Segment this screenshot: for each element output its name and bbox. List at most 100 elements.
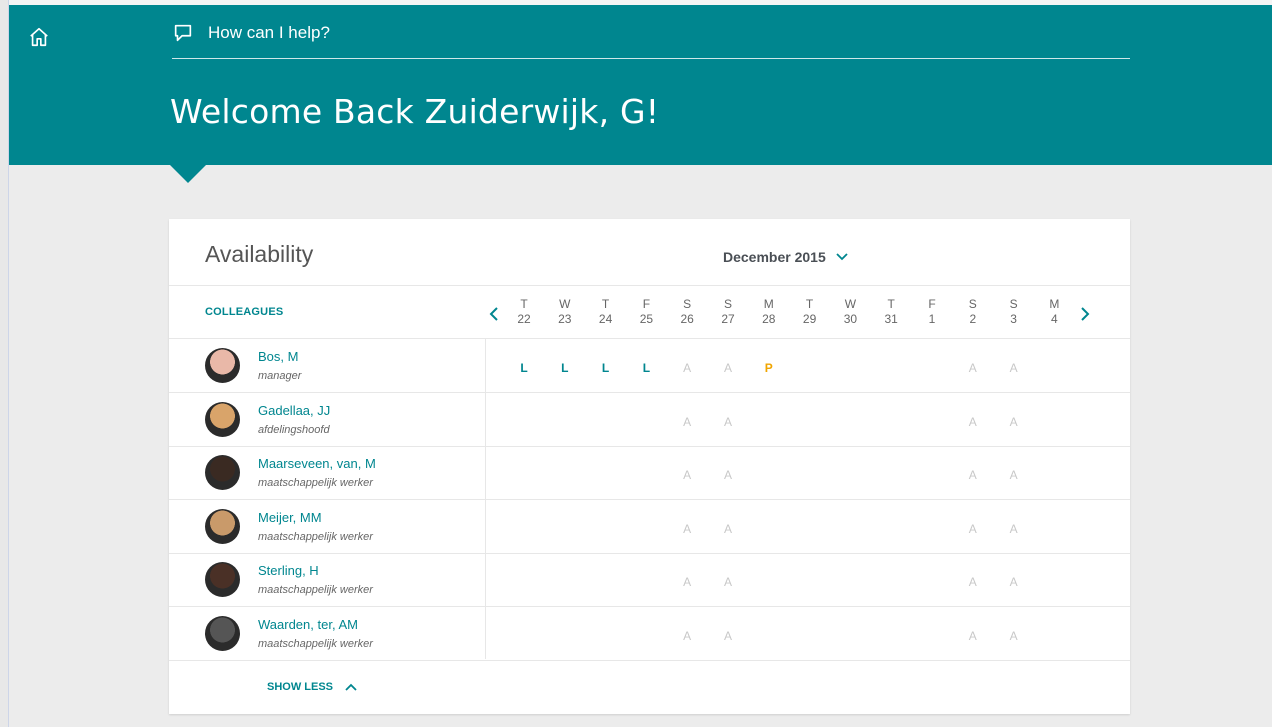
colleague-role: maatschappelijk werker xyxy=(258,584,373,596)
availability-cell[interactable]: A xyxy=(958,415,988,429)
weekday-label: S xyxy=(683,297,692,311)
left-rail xyxy=(0,0,9,727)
home-icon[interactable] xyxy=(28,26,50,48)
availability-cell[interactable]: A xyxy=(672,629,702,643)
avatar[interactable] xyxy=(205,401,240,437)
colleague-name[interactable]: Maarseveen, van, M xyxy=(258,456,376,471)
availability-cell[interactable]: A xyxy=(999,522,1029,536)
colleague-row: Bos, Mmanager L L L L A A P A A xyxy=(169,339,1130,393)
availability-cell[interactable]: A xyxy=(672,361,702,375)
date-label: 28 xyxy=(762,312,776,326)
availability-cell[interactable]: A xyxy=(999,575,1029,589)
month-label: December 2015 xyxy=(723,249,826,265)
availability-cell[interactable]: A xyxy=(672,468,702,482)
colleague-row: Waarden, ter, AM maatschappelijk werker A A… xyxy=(169,607,1130,661)
weekday-label: S xyxy=(723,297,732,311)
day-column-header: W 30 xyxy=(835,297,865,327)
availability-cell[interactable]: L xyxy=(591,361,621,375)
availability-cell[interactable]: A xyxy=(999,415,1029,429)
availability-cell[interactable]: A xyxy=(672,522,702,536)
day-column-header: S 26 xyxy=(672,297,702,327)
colleague-row: Meijer, MM maatschappelijk werker A A A A xyxy=(169,500,1130,554)
day-column-header: M 28 xyxy=(754,297,784,327)
avatar[interactable] xyxy=(205,508,240,544)
help-placeholder: How can I help? xyxy=(208,23,330,42)
date-label: 22 xyxy=(517,312,531,326)
row-divider xyxy=(169,659,1130,661)
date-label: 30 xyxy=(843,312,858,326)
avatar[interactable] xyxy=(205,455,240,490)
availability-cell[interactable]: A xyxy=(999,629,1029,643)
weekday-label: S xyxy=(968,297,977,311)
date-label: 4 xyxy=(1051,312,1058,326)
chat-bubble-icon xyxy=(174,24,192,42)
colleague-role: manager xyxy=(258,370,302,382)
weekday-label: M xyxy=(1049,297,1060,311)
weekday-label: W xyxy=(559,297,571,311)
availability-cell[interactable]: A xyxy=(672,575,702,589)
colleague-name[interactable]: Gadellaa, JJ xyxy=(258,403,330,418)
weekday-label: S xyxy=(1009,297,1018,311)
card-title: Availability xyxy=(205,241,314,267)
availability-cell[interactable]: A xyxy=(999,361,1029,375)
weekday-label: F xyxy=(928,297,936,311)
date-label: 1 xyxy=(928,312,936,326)
weekday-label: T xyxy=(805,297,814,311)
day-column-header: T 22 xyxy=(509,297,539,327)
availability-cell[interactable]: A xyxy=(958,522,988,536)
show-less-button[interactable]: SHOW LESS xyxy=(267,681,357,693)
day-column-header: T 24 xyxy=(591,297,621,327)
colleague-role: maatschappelijk werker xyxy=(258,530,373,543)
availability-cell[interactable]: L xyxy=(631,361,661,375)
help-search[interactable]: How can I help? xyxy=(172,22,1130,59)
day-column-header: F1 xyxy=(917,297,947,327)
date-label: 3 xyxy=(1010,312,1017,326)
availability-cell[interactable]: L xyxy=(509,361,539,375)
availability-card: Availability December 2015 COLLEAGUES T2… xyxy=(169,219,1130,714)
colleague-name[interactable]: Bos, M xyxy=(258,349,298,364)
availability-cell[interactable]: A xyxy=(958,468,988,482)
chevron-up-icon xyxy=(345,683,357,691)
weekday-label: F xyxy=(642,297,651,311)
weekday-label: T xyxy=(887,297,895,311)
avatar[interactable] xyxy=(205,615,240,651)
month-selector[interactable]: December 2015 xyxy=(723,249,848,265)
availability-cell[interactable]: A xyxy=(958,575,988,589)
availability-cell[interactable]: A xyxy=(713,629,743,643)
day-column-header: T 29 xyxy=(795,297,825,327)
availability-cell[interactable]: L xyxy=(550,361,580,375)
availability-cell[interactable]: P xyxy=(754,361,784,375)
avatar[interactable] xyxy=(205,348,240,383)
chevron-right-icon[interactable] xyxy=(1080,307,1090,321)
colleague-name[interactable]: Meijer, MM xyxy=(258,510,322,525)
availability-cell[interactable]: A xyxy=(958,629,988,643)
availability-cell[interactable]: A xyxy=(999,468,1029,482)
colleagues-header: COLLEAGUES xyxy=(205,306,284,318)
date-label: 23 xyxy=(558,312,572,326)
chevron-down-icon xyxy=(836,253,848,261)
date-label: 31 xyxy=(884,312,898,326)
avatar[interactable] xyxy=(205,562,240,597)
chevron-left-icon[interactable] xyxy=(489,307,499,321)
availability-cell[interactable]: A xyxy=(713,468,743,482)
day-column-header: T 31 xyxy=(876,297,906,327)
colleague-role: maatschappelijk werker xyxy=(258,477,373,489)
colleague-name[interactable]: Waarden, ter, AM xyxy=(258,617,358,632)
day-column-header: W 23 xyxy=(550,297,580,327)
day-column-header: S3 xyxy=(999,297,1029,327)
availability-cell[interactable]: A xyxy=(713,575,743,589)
date-label: 25 xyxy=(639,312,654,326)
welcome-heading: Welcome Back Zuiderwijk, G! xyxy=(170,92,660,131)
day-column-header: M4 xyxy=(1039,297,1069,327)
availability-cell[interactable]: A xyxy=(958,361,988,375)
colleague-name[interactable]: Sterling, H xyxy=(258,563,319,578)
divider xyxy=(169,285,1130,286)
availability-cell[interactable]: A xyxy=(713,415,743,429)
availability-cell[interactable]: A xyxy=(713,522,743,536)
colleague-role: maatschappelijk werker xyxy=(258,637,373,650)
availability-cell[interactable]: A xyxy=(713,361,743,375)
availability-cell[interactable]: A xyxy=(672,415,702,429)
colleague-row: Maarseveen, van, M maatschappelijk werker… xyxy=(169,446,1130,500)
date-label: 2 xyxy=(969,312,977,326)
weekday-label: M xyxy=(763,297,774,311)
